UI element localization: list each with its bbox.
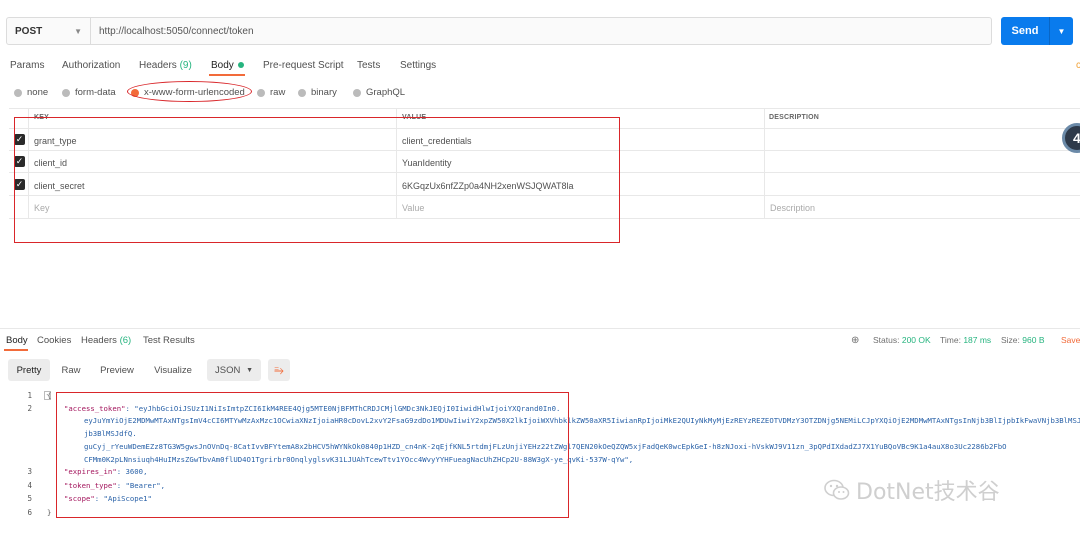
response-tab-headers[interactable]: Headers (6) xyxy=(81,335,131,346)
tab-authorization[interactable]: Authorization xyxy=(62,60,120,71)
status-label: Status: xyxy=(873,335,900,345)
wrap-lines-icon[interactable]: ⥱ xyxy=(268,359,290,381)
line-number: 2 xyxy=(27,404,32,413)
method-select[interactable]: POST ▼ xyxy=(7,18,91,44)
radio-graphql[interactable]: GraphQL xyxy=(353,87,405,98)
response-tab-test-results[interactable]: Test Results xyxy=(143,335,195,346)
radio-circle xyxy=(14,88,22,97)
radio-form-data[interactable]: form-data xyxy=(62,87,116,98)
wechat-icon xyxy=(824,479,850,500)
radio-binary-label: binary xyxy=(311,87,337,98)
line-number: 3 xyxy=(27,467,32,476)
radio-circle xyxy=(62,88,70,97)
floating-badge[interactable]: 4 xyxy=(1062,123,1080,153)
tab-body[interactable]: Body xyxy=(211,60,244,71)
radio-none-label: none xyxy=(27,87,49,98)
tab-headers-label: Headers xyxy=(139,60,177,71)
format-select[interactable]: JSON ▼ xyxy=(207,359,261,381)
radio-raw[interactable]: raw xyxy=(257,87,285,98)
tab-tests[interactable]: Tests xyxy=(357,60,380,71)
response-divider xyxy=(0,328,1080,329)
json-close-brace: } xyxy=(47,508,52,517)
cookies-link-fragment[interactable]: c xyxy=(1076,60,1080,71)
highlight-ellipse xyxy=(127,81,252,102)
send-button[interactable]: Send ▼ xyxy=(1001,17,1073,45)
radio-circle xyxy=(257,88,265,97)
column-divider xyxy=(764,108,765,218)
time-info: Time: 187 ms xyxy=(940,335,991,345)
description-placeholder[interactable]: Description xyxy=(770,203,815,213)
status-info: Status: 200 OK xyxy=(873,335,931,345)
tab-prerequest[interactable]: Pre-request Script xyxy=(263,60,344,71)
radio-form-data-label: form-data xyxy=(75,87,116,98)
method-label: POST xyxy=(15,25,43,37)
tab-headers[interactable]: Headers (9) xyxy=(139,60,192,71)
time-value: 187 ms xyxy=(963,335,992,345)
response-tab-body[interactable]: Body xyxy=(6,335,28,346)
size-label: Size: xyxy=(1001,335,1020,345)
highlight-box-params xyxy=(14,117,620,243)
line-number: 1 xyxy=(27,391,32,400)
url-input[interactable]: http://localhost:5050/connect/token xyxy=(91,26,254,37)
url-bar: POST ▼ http://localhost:5050/connect/tok… xyxy=(6,17,992,45)
tab-body-label: Body xyxy=(211,60,234,71)
view-raw-button[interactable]: Raw xyxy=(54,359,88,381)
globe-icon[interactable]: ⊕ xyxy=(851,335,859,346)
active-response-tab-underline xyxy=(4,349,28,351)
size-value: 960 B xyxy=(1022,335,1045,345)
body-indicator-icon xyxy=(237,62,244,69)
response-headers-count: (6) xyxy=(119,335,132,346)
view-visualize-button[interactable]: Visualize xyxy=(146,359,200,381)
radio-circle xyxy=(298,88,306,97)
column-header-description: DESCRIPTION xyxy=(769,114,820,121)
line-number: 5 xyxy=(27,494,32,503)
chevron-down-icon: ▼ xyxy=(246,366,253,374)
json-open-brace: { xyxy=(47,391,52,400)
send-label: Send xyxy=(1011,25,1039,37)
format-label: JSON xyxy=(215,364,241,376)
watermark-text: DotNet技术谷 xyxy=(856,480,1000,505)
status-value: 200 OK xyxy=(901,335,931,345)
response-tab-cookies[interactable]: Cookies xyxy=(37,335,71,346)
time-label: Time: xyxy=(940,335,961,345)
radio-binary[interactable]: binary xyxy=(298,87,337,98)
view-pretty-button[interactable]: Pretty xyxy=(8,359,50,381)
watermark: DotNet技术谷 xyxy=(824,474,1000,506)
radio-graphql-label: GraphQL xyxy=(366,87,406,98)
save-response-button[interactable]: Save xyxy=(1061,335,1080,345)
radio-circle xyxy=(353,88,361,97)
table-border xyxy=(9,108,1080,109)
radio-raw-label: raw xyxy=(270,87,286,98)
line-number: 6 xyxy=(27,508,32,517)
chevron-down-icon: ▼ xyxy=(74,26,82,36)
view-preview-button[interactable]: Preview xyxy=(94,359,140,381)
active-tab-underline xyxy=(209,74,245,76)
headers-count: (9) xyxy=(179,60,192,71)
highlight-box-response xyxy=(56,392,569,518)
response-headers-label: Headers xyxy=(81,335,117,346)
line-number: 4 xyxy=(27,481,32,490)
size-info: Size: 960 B xyxy=(1001,335,1045,345)
tab-settings[interactable]: Settings xyxy=(400,60,436,71)
radio-none[interactable]: none xyxy=(14,87,48,98)
tab-params[interactable]: Params xyxy=(10,60,44,71)
chevron-down-icon[interactable]: ▼ xyxy=(1050,27,1073,36)
